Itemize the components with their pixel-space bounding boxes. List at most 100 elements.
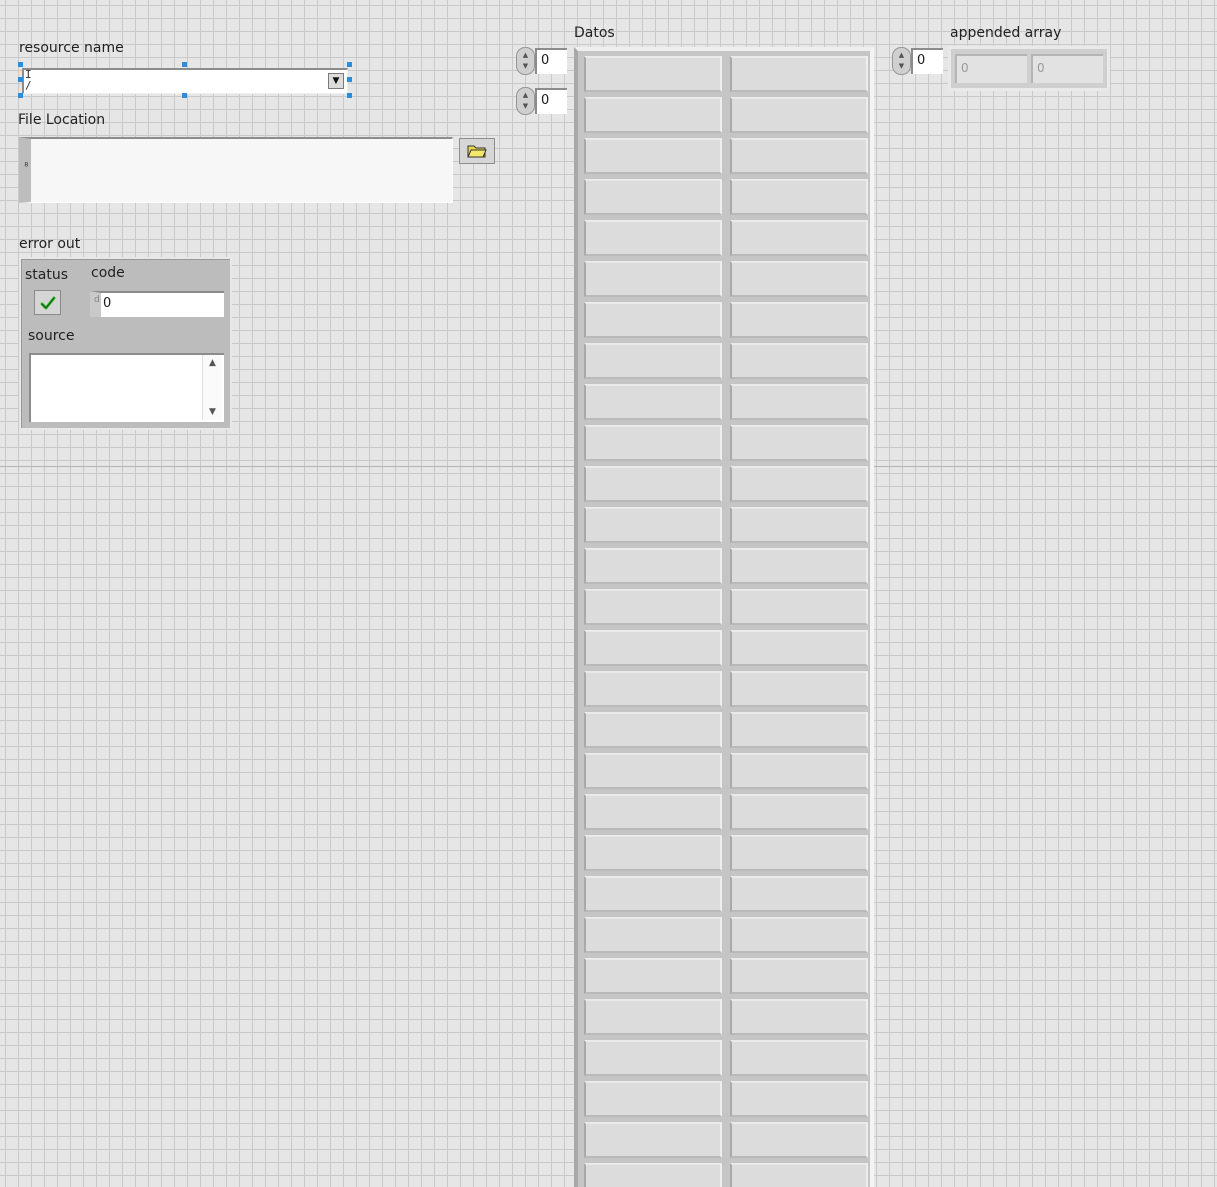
browse-button[interactable] <box>459 138 495 164</box>
datos-array-element[interactable] <box>584 671 722 707</box>
appended-array-label: appended array <box>950 25 1062 41</box>
datos-array-element[interactable] <box>584 958 722 994</box>
error-code-field[interactable]: 0 <box>90 291 224 317</box>
datos-array-element[interactable] <box>730 753 868 789</box>
datos-array-element[interactable] <box>584 548 722 584</box>
datos-array-element[interactable] <box>730 220 868 256</box>
datos-array-element[interactable] <box>730 548 868 584</box>
radix-indicator: d <box>94 295 100 305</box>
datos-array-element[interactable] <box>730 138 868 174</box>
datos-array-element[interactable] <box>730 589 868 625</box>
datos-array-element[interactable] <box>730 425 868 461</box>
datos-array-element[interactable] <box>584 1163 722 1187</box>
datos-array-element[interactable] <box>584 835 722 871</box>
datos-array-element[interactable] <box>584 1040 722 1076</box>
datos-array-element[interactable] <box>584 220 722 256</box>
appended-array-element: 0 <box>955 54 1027 83</box>
datos-array-element[interactable] <box>730 999 868 1035</box>
selection-handle[interactable] <box>18 77 23 82</box>
status-indicator <box>34 290 61 315</box>
datos-array-element[interactable] <box>584 302 722 338</box>
path-icon: ⁸ <box>23 160 30 173</box>
increment-decrement-icon[interactable]: ▲ ▼ <box>892 47 911 75</box>
datos-array-element[interactable] <box>584 425 722 461</box>
datos-array-element[interactable] <box>584 97 722 133</box>
datos-array-element[interactable] <box>730 671 868 707</box>
datos-array-element[interactable] <box>730 302 868 338</box>
checkmark-icon <box>40 296 55 309</box>
increment-decrement-icon[interactable]: ▲ ▼ <box>516 87 535 115</box>
datos-array-element[interactable] <box>584 999 722 1035</box>
datos-array-element[interactable] <box>584 630 722 666</box>
chevron-down-icon[interactable]: ▼ <box>328 73 344 89</box>
datos-array-element[interactable] <box>584 794 722 830</box>
datos-array-element[interactable] <box>584 56 722 92</box>
selection-handle[interactable] <box>18 93 23 98</box>
selection-handle[interactable] <box>347 77 352 82</box>
datos-array-element[interactable] <box>730 835 868 871</box>
scroll-down-icon[interactable]: ▼ <box>203 407 222 417</box>
resource-name-combo[interactable] <box>22 68 348 94</box>
error-out-label: error out <box>19 236 81 252</box>
source-scrollbar[interactable]: ▲ ▼ <box>202 355 222 420</box>
error-source-field[interactable] <box>29 353 224 422</box>
row-index-field[interactable]: 0 <box>535 48 567 74</box>
datos-array <box>574 47 874 1187</box>
selection-handle[interactable] <box>347 93 352 98</box>
datos-array-element[interactable] <box>584 589 722 625</box>
datos-array-element[interactable] <box>584 261 722 297</box>
datos-array-element[interactable] <box>584 507 722 543</box>
file-location-label: File Location <box>18 112 106 128</box>
io-icon: I / <box>25 68 32 92</box>
datos-array-element[interactable] <box>730 1122 868 1158</box>
selection-handle[interactable] <box>182 62 187 67</box>
open-folder-icon <box>467 145 487 158</box>
datos-array-element[interactable] <box>584 917 722 953</box>
appended-array-element: 0 <box>1031 54 1103 83</box>
datos-array-element[interactable] <box>584 876 722 912</box>
datos-col-index[interactable]: ▲ ▼ 0 <box>516 87 567 115</box>
datos-array-element[interactable] <box>730 97 868 133</box>
selection-handle[interactable] <box>182 93 187 98</box>
datos-array-element[interactable] <box>584 1081 722 1117</box>
datos-array-element[interactable] <box>730 1040 868 1076</box>
datos-array-element[interactable] <box>584 466 722 502</box>
datos-array-element[interactable] <box>730 1163 868 1187</box>
datos-array-element[interactable] <box>730 56 868 92</box>
datos-array-element[interactable] <box>584 384 722 420</box>
datos-array-element[interactable] <box>730 958 868 994</box>
status-label: status <box>25 267 69 283</box>
datos-array-element[interactable] <box>730 179 868 215</box>
datos-array-element[interactable] <box>730 507 868 543</box>
datos-array-cells <box>584 56 868 1187</box>
appended-index-field[interactable]: 0 <box>911 48 943 74</box>
datos-array-element[interactable] <box>584 343 722 379</box>
datos-array-element[interactable] <box>730 466 868 502</box>
source-label: source <box>28 328 75 344</box>
datos-label: Datos <box>574 25 615 41</box>
datos-array-element[interactable] <box>730 917 868 953</box>
datos-row-index[interactable]: ▲ ▼ 0 <box>516 47 567 75</box>
datos-array-element[interactable] <box>584 753 722 789</box>
col-index-field[interactable]: 0 <box>535 88 567 114</box>
selection-handle[interactable] <box>347 62 352 67</box>
code-label: code <box>91 265 125 281</box>
appended-array-index[interactable]: ▲ ▼ 0 <box>892 47 943 75</box>
datos-array-element[interactable] <box>730 384 868 420</box>
datos-array-element[interactable] <box>730 630 868 666</box>
datos-array-element[interactable] <box>730 712 868 748</box>
datos-array-element[interactable] <box>730 261 868 297</box>
datos-array-element[interactable] <box>730 876 868 912</box>
datos-array-element[interactable] <box>584 1122 722 1158</box>
scroll-up-icon[interactable]: ▲ <box>203 358 222 368</box>
selection-handle[interactable] <box>18 62 23 67</box>
datos-array-element[interactable] <box>730 343 868 379</box>
datos-array-element[interactable] <box>584 138 722 174</box>
file-location-path-field[interactable] <box>19 137 453 203</box>
datos-array-element[interactable] <box>584 712 722 748</box>
increment-decrement-icon[interactable]: ▲ ▼ <box>516 47 535 75</box>
datos-array-element[interactable] <box>730 1081 868 1117</box>
datos-array-element[interactable] <box>730 794 868 830</box>
resource-name-label: resource name <box>19 40 124 56</box>
datos-array-element[interactable] <box>584 179 722 215</box>
